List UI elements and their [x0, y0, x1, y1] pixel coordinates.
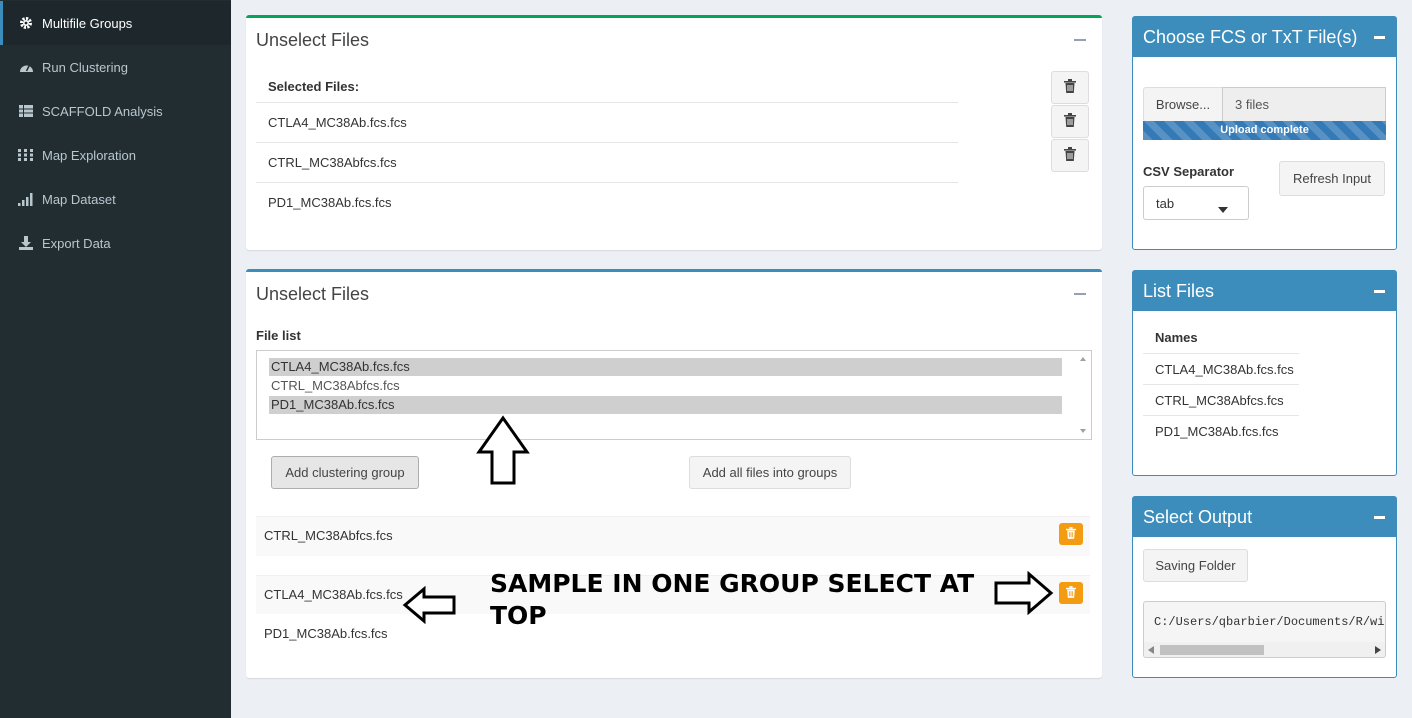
choose-files-box: Choose FCS or TxT File(s) Browse... 3 fi…	[1132, 16, 1397, 250]
group-file: PD1_MC38Ab.fcs.fcs	[264, 626, 388, 641]
output-path-field: C:/Users/qbarbier/Documents/R/win	[1143, 601, 1386, 658]
trash-icon	[1064, 113, 1076, 130]
upload-progress-bar: Upload complete	[1143, 121, 1386, 140]
trash-icon	[1066, 585, 1076, 601]
list-file-row: PD1_MC38Ab.fcs.fcs	[1155, 424, 1279, 439]
sidebar-item-run-clustering[interactable]: Run Clustering	[0, 45, 231, 89]
dashboard-icon	[18, 59, 34, 75]
gear-icon	[18, 15, 34, 31]
list-scrollbar[interactable]	[1075, 351, 1091, 439]
scrollbar-thumb[interactable]	[1160, 645, 1264, 655]
browse-button[interactable]: Browse...	[1143, 87, 1223, 122]
file-list-option[interactable]: CTRL_MC38Abfcs.fcs	[269, 377, 1062, 395]
scroll-right-icon[interactable]	[1375, 646, 1381, 654]
add-all-files-button[interactable]: Add all files into groups	[689, 456, 851, 489]
table-icon	[18, 103, 34, 119]
select-value: tab	[1156, 196, 1175, 211]
saving-folder-button[interactable]: Saving Folder	[1143, 549, 1248, 582]
collapse-icon[interactable]	[1074, 39, 1086, 41]
download-icon	[18, 235, 34, 251]
box-title: Select Output	[1143, 506, 1253, 527]
file-list-option[interactable]: PD1_MC38Ab.fcs.fcs	[269, 396, 1062, 414]
box-title: Unselect Files	[256, 30, 370, 50]
group-file: CTLA4_MC38Ab.fcs.fcs	[264, 587, 403, 602]
divider	[256, 142, 958, 143]
signal-bars-icon	[18, 191, 34, 207]
horizontal-scrollbar[interactable]	[1144, 642, 1385, 657]
selected-file-row: CTRL_MC38Abfcs.fcs	[268, 155, 397, 170]
group-file: CTRL_MC38Abfcs.fcs	[264, 528, 393, 543]
list-file-row: CTRL_MC38Abfcs.fcs	[1155, 393, 1284, 408]
sidebar-item-label: Multifile Groups	[42, 15, 133, 31]
caret-down-icon	[1218, 201, 1228, 216]
trash-icon	[1064, 147, 1076, 164]
list-files-box: List Files Names CTLA4_MC38Ab.fcs.fcs CT…	[1132, 270, 1397, 476]
grid-dots-icon	[18, 147, 34, 163]
delete-group-button[interactable]	[1059, 523, 1083, 545]
sidebar-item-scaffold-analysis[interactable]: SCAFFOLD Analysis	[0, 89, 231, 133]
collapse-icon[interactable]	[1374, 516, 1385, 519]
list-file-row: CTLA4_MC38Ab.fcs.fcs	[1155, 362, 1294, 377]
file-count-field: 3 files	[1222, 87, 1386, 122]
divider	[1143, 415, 1299, 416]
collapse-icon[interactable]	[1074, 293, 1086, 295]
file-list-label: File list	[256, 328, 301, 343]
box-header: Choose FCS or TxT File(s)	[1133, 17, 1396, 57]
selected-file-row: CTLA4_MC38Ab.fcs.fcs	[268, 115, 407, 130]
selected-files-box: Unselect Files Selected Files: CTLA4_MC3…	[246, 15, 1102, 250]
output-path-text: C:/Users/qbarbier/Documents/R/win	[1154, 615, 1386, 629]
divider	[256, 102, 958, 103]
box-header: List Files	[1133, 271, 1396, 311]
divider	[1143, 384, 1299, 385]
sidebar-item-label: Map Exploration	[42, 147, 136, 163]
sidebar-item-label: Run Clustering	[42, 59, 128, 75]
delete-file-button[interactable]	[1051, 71, 1089, 104]
delete-group-button[interactable]	[1059, 582, 1083, 604]
box-title: List Files	[1143, 280, 1215, 301]
collapse-icon[interactable]	[1374, 36, 1385, 39]
box-title: Choose FCS or TxT File(s)	[1143, 26, 1358, 47]
selected-file-row: PD1_MC38Ab.fcs.fcs	[268, 195, 392, 210]
sidebar-item-multifile-groups[interactable]: Multifile Groups	[0, 1, 231, 45]
file-list-option[interactable]: CTLA4_MC38Ab.fcs.fcs	[269, 358, 1062, 376]
refresh-input-button[interactable]: Refresh Input	[1279, 161, 1385, 196]
box-title: Unselect Files	[256, 284, 370, 304]
delete-file-button[interactable]	[1051, 139, 1089, 172]
sidebar-item-label: Map Dataset	[42, 191, 116, 207]
csv-separator-select[interactable]: tab	[1143, 186, 1249, 220]
add-clustering-group-button[interactable]: Add clustering group	[271, 456, 419, 489]
sidebar-item-label: Export Data	[42, 235, 111, 251]
sidebar-item-export-data[interactable]: Export Data	[0, 221, 231, 265]
left-arrow-annotation-icon	[402, 585, 456, 625]
right-arrow-annotation-icon	[994, 571, 1054, 615]
trash-icon	[1064, 79, 1076, 96]
divider	[1143, 353, 1299, 354]
up-arrow-annotation-icon	[476, 415, 530, 485]
select-output-box: Select Output Saving Folder C:/Users/qba…	[1132, 496, 1397, 678]
trash-icon	[1066, 526, 1076, 542]
selected-files-header: Selected Files:	[268, 79, 360, 94]
sidebar-item-map-dataset[interactable]: Map Dataset	[0, 177, 231, 221]
scroll-left-icon[interactable]	[1148, 646, 1154, 654]
csv-separator-label: CSV Separator	[1143, 164, 1235, 179]
collapse-icon[interactable]	[1374, 290, 1385, 293]
delete-file-button[interactable]	[1051, 105, 1089, 138]
file-list-select[interactable]: CTLA4_MC38Ab.fcs.fcs CTRL_MC38Abfcs.fcs …	[256, 350, 1092, 440]
sidebar-item-map-exploration[interactable]: Map Exploration	[0, 133, 231, 177]
divider	[256, 182, 958, 183]
box-header: Select Output	[1133, 497, 1396, 537]
sidebar-item-label: SCAFFOLD Analysis	[42, 103, 163, 119]
names-column-header: Names	[1155, 330, 1198, 345]
sidebar: Multifile Groups Run Clustering SCAFFOLD…	[0, 0, 231, 718]
annotation-text: SAMPLE IN ONE GROUP SELECT AT TOP	[490, 569, 975, 630]
